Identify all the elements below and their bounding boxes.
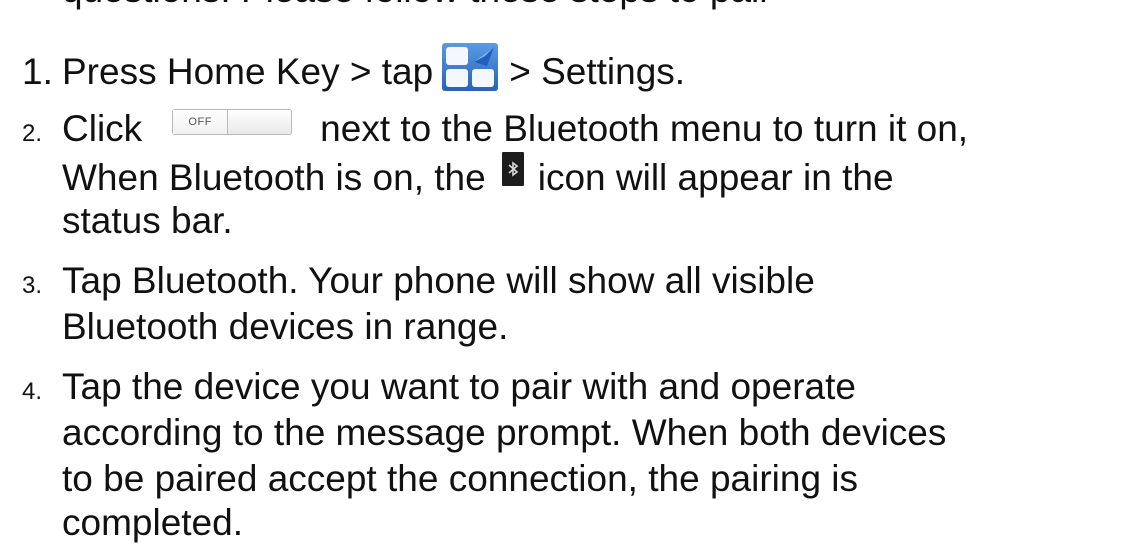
step-4-line-4: completed. — [62, 502, 243, 543]
step-2: 2. Click OFF next to the Bluetooth menu t… — [22, 106, 968, 157]
step-2-line-3: status bar. — [62, 200, 233, 241]
toggle-off-label: OFF — [173, 110, 229, 134]
step-3: 3. Tap Bluetooth. Your phone will show al… — [22, 258, 815, 309]
step-number: 4. — [22, 378, 43, 405]
step-4-line-1: Tap the device you want to pair with and… — [62, 366, 856, 407]
step-3-line-2: Bluetooth devices in range. — [62, 306, 509, 347]
clipped-top-line: questions. Please follow these steps to … — [62, 0, 772, 10]
step-1: 1. Press Home Key > tap > Settings. — [22, 42, 685, 95]
step-2-line2-before: When Bluetooth is on, the — [62, 157, 486, 198]
step-2-click-word: Click — [62, 108, 143, 149]
step-number: 1. — [22, 51, 53, 92]
bluetooth-status-icon — [501, 152, 524, 186]
step-4-line-2: according to the message prompt. When bo… — [62, 412, 947, 453]
apps-grid-icon — [441, 42, 499, 92]
step-1-text-before: Press Home Key > tap — [62, 51, 434, 92]
step-number: 3. — [22, 272, 43, 299]
bluetooth-toggle-switch[interactable]: OFF — [172, 109, 293, 135]
step-1-text-after: > Settings. — [509, 51, 686, 92]
step-2-text-after-toggle: next to the Bluetooth menu to turn it on… — [320, 108, 969, 149]
step-3-line-1: Tap Bluetooth. Your phone will show all … — [62, 260, 815, 301]
step-2-line2-after: icon will appear in the — [537, 157, 894, 198]
step-number: 2. — [22, 120, 43, 147]
step-2-line-2: When Bluetooth is on, the icon will appe… — [62, 152, 894, 201]
step-4-line-3: to be paired accept the connection, the … — [62, 458, 859, 499]
step-4: 4. Tap the device you want to pair with a… — [22, 364, 856, 415]
